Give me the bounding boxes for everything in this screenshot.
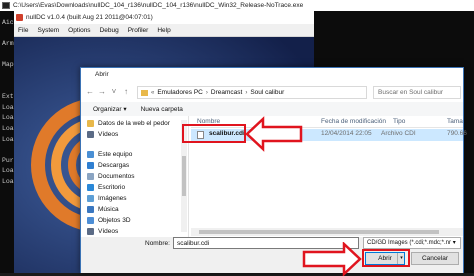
- dialog-toolbar: Organizar ▾ Nueva carpeta: [81, 102, 463, 116]
- dialog-title: Abrir: [81, 68, 463, 82]
- nav-item-documentos[interactable]: Documentos: [87, 171, 135, 182]
- console-icon: [2, 2, 10, 9]
- nav-item-videos-quick[interactable]: Vídeos: [87, 129, 118, 140]
- navigation-pane: Datos de la web el pedor Vídeos Este equ…: [81, 116, 189, 237]
- nav-item-datos-web[interactable]: Datos de la web el pedor: [87, 118, 170, 129]
- arrow-left-icon: [245, 116, 303, 152]
- forward-arrow-icon[interactable]: →: [97, 86, 107, 98]
- column-type[interactable]: Tipo: [393, 118, 405, 125]
- file-size: 790.66: [447, 130, 467, 137]
- recent-chevron-icon[interactable]: ˅: [109, 86, 119, 98]
- downloads-icon: [87, 162, 94, 169]
- videos-icon: [87, 228, 94, 235]
- column-date[interactable]: Fecha de modificación: [321, 118, 386, 125]
- arrow-right-icon: [302, 242, 362, 276]
- highlight-box-open: [362, 249, 410, 267]
- nav-scrollbar-thumb[interactable]: [182, 156, 186, 196]
- nav-item-label: Vídeos: [98, 228, 119, 235]
- nav-item-label: Imágenes: [98, 195, 127, 202]
- nulldc-app-icon: [16, 14, 23, 21]
- nav-item-label: Datos de la web el pedor: [98, 120, 170, 127]
- nulldc-titlebar: nullDC v1.0.4 (built Aug 21 2011@04:07:0…: [14, 11, 314, 24]
- breadcrumb-dreamcast[interactable]: Dreamcast: [211, 89, 242, 96]
- nav-item-musica[interactable]: Música: [87, 204, 119, 215]
- file-type: Archivo CDI: [381, 130, 416, 137]
- pictures-icon: [87, 195, 94, 202]
- computer-icon: [87, 151, 94, 158]
- organize-button[interactable]: Organizar ▾: [93, 105, 127, 113]
- desktop-icon: [87, 184, 94, 191]
- chevron-right-icon: ›: [245, 89, 248, 96]
- filename-label: Nombre:: [145, 240, 170, 247]
- breadcrumb-emuladores-pc[interactable]: Emuladores PC: [157, 89, 203, 96]
- address-row: ← → ˅ ↑ « Emuladores PC › Dreamcast › So…: [81, 82, 463, 102]
- column-size[interactable]: Tama: [447, 118, 463, 125]
- file-date: 12/04/2014 22:05: [321, 130, 372, 137]
- menu-system[interactable]: System: [37, 27, 59, 34]
- nav-item-imagenes[interactable]: Imágenes: [87, 193, 127, 204]
- nav-item-label: Documentos: [98, 173, 135, 180]
- menu-help[interactable]: Help: [157, 27, 170, 34]
- open-file-dialog: Abrir ← → ˅ ↑ « Emuladores PC › Dreamcas…: [80, 67, 467, 273]
- folder-icon: [141, 89, 148, 96]
- breadcrumb[interactable]: « Emuladores PC › Dreamcast › Soul calib…: [137, 86, 367, 99]
- nav-item-descargas[interactable]: Descargas: [87, 160, 129, 171]
- nav-item-este-equipo[interactable]: Este equipo: [87, 149, 132, 160]
- new-folder-button[interactable]: Nueva carpeta: [141, 106, 183, 113]
- documents-icon: [87, 173, 94, 180]
- nav-item-escritorio[interactable]: Escritorio: [87, 182, 125, 193]
- back-arrow-icon[interactable]: ←: [85, 86, 95, 98]
- breadcrumb-soul-calibur[interactable]: Soul calibur: [250, 89, 284, 96]
- highlight-box-file: [182, 124, 246, 143]
- menu-file[interactable]: File: [18, 27, 28, 34]
- nav-item-label: Objetos 3D: [98, 217, 131, 224]
- menu-debug[interactable]: Debug: [100, 27, 119, 34]
- nav-item-label: Vídeos: [98, 131, 119, 138]
- nav-item-label: Escritorio: [98, 184, 126, 191]
- search-input[interactable]: Buscar en Soul calibur: [373, 86, 461, 99]
- nav-item-label: Música: [98, 206, 119, 213]
- videos-icon: [87, 131, 94, 138]
- menu-options[interactable]: Options: [68, 27, 90, 34]
- nav-item-videos[interactable]: Vídeos: [87, 226, 118, 237]
- nav-item-label: Descargas: [98, 162, 130, 169]
- nulldc-menubar: File System Options Debug Profiler Help: [14, 24, 314, 37]
- objects-3d-icon: [87, 217, 94, 224]
- nav-item-objetos-3d[interactable]: Objetos 3D: [87, 215, 131, 226]
- chevron-right-icon: «: [151, 89, 155, 96]
- menu-profiler[interactable]: Profiler: [128, 27, 149, 34]
- nav-item-label: Este equipo: [98, 151, 133, 158]
- cancel-button[interactable]: Cancelar: [411, 252, 459, 265]
- up-arrow-icon[interactable]: ↑: [121, 86, 131, 98]
- console-titlebar: C:\Users\Evas\Downloads\nullDC_104_r136\…: [0, 0, 474, 11]
- music-icon: [87, 206, 94, 213]
- chevron-right-icon: ›: [205, 89, 208, 96]
- horizontal-scrollbar-thumb[interactable]: [199, 230, 439, 234]
- folder-icon: [87, 120, 94, 127]
- filetype-select[interactable]: CD/GD Images (*.cdi;*.mdc;*.nr ▾: [363, 237, 461, 249]
